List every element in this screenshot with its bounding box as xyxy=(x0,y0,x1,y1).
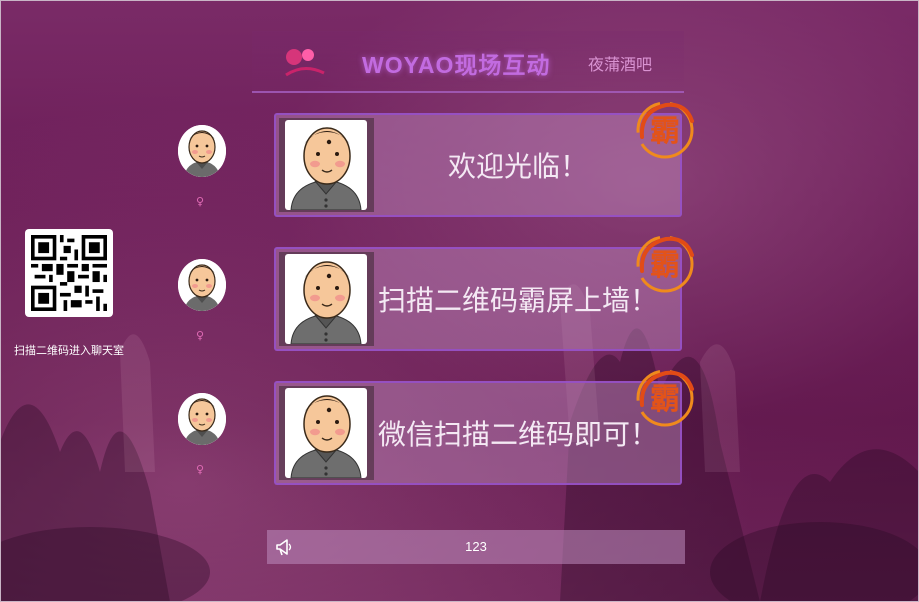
user-avatar[interactable] xyxy=(178,393,226,445)
message-bubble: 欢迎光临！ 霸 xyxy=(274,101,694,217)
message-bubble: 扫描二维码霸屏上墙！ 霸 xyxy=(274,235,694,351)
message-image xyxy=(279,252,374,346)
message-row: ♀ 微信扫描二维码即可！ 霸 xyxy=(0,369,919,491)
message-bubble: 微信扫描二维码即可！ 霸 xyxy=(274,369,694,485)
cartoon-avatar-icon xyxy=(178,259,226,311)
message-image xyxy=(279,118,374,212)
gender-icon: ♀ xyxy=(196,463,205,476)
svg-text:霸: 霸 xyxy=(650,248,680,283)
ticker-text: 123 xyxy=(465,539,487,554)
message-text: 微信扫描二维码即可！ xyxy=(377,418,658,451)
ba-stamp-icon: 霸 xyxy=(632,231,698,297)
page-title: WOYAO现场互动 xyxy=(362,52,551,78)
user-avatar[interactable] xyxy=(178,259,226,311)
svg-text:霸: 霸 xyxy=(650,114,680,149)
header-bar: WOYAO现场互动 夜蒲酒吧 xyxy=(252,31,684,93)
message-row: ♀ 欢迎光临！ 霸 xyxy=(0,101,919,223)
svg-text:霸: 霸 xyxy=(650,382,680,417)
gender-icon: ♀ xyxy=(196,329,205,342)
message-text: 扫描二维码霸屏上墙！ xyxy=(377,284,658,317)
woyao-logo-icon xyxy=(285,49,325,77)
user-avatar[interactable] xyxy=(178,125,226,177)
announcement-ticker: 123 xyxy=(267,530,685,564)
gender-icon: ♀ xyxy=(196,195,205,208)
ba-stamp-icon: 霸 xyxy=(632,97,698,163)
ba-stamp-icon: 霸 xyxy=(632,365,698,431)
cartoon-avatar-icon xyxy=(178,125,226,177)
venue-name: 夜蒲酒吧 xyxy=(588,55,653,74)
message-row: ♀ 扫描二维码霸屏上墙！ 霸 xyxy=(0,235,919,357)
cartoon-avatar-icon xyxy=(178,393,226,445)
message-image xyxy=(279,386,374,480)
message-text: 欢迎光临！ xyxy=(447,150,588,183)
